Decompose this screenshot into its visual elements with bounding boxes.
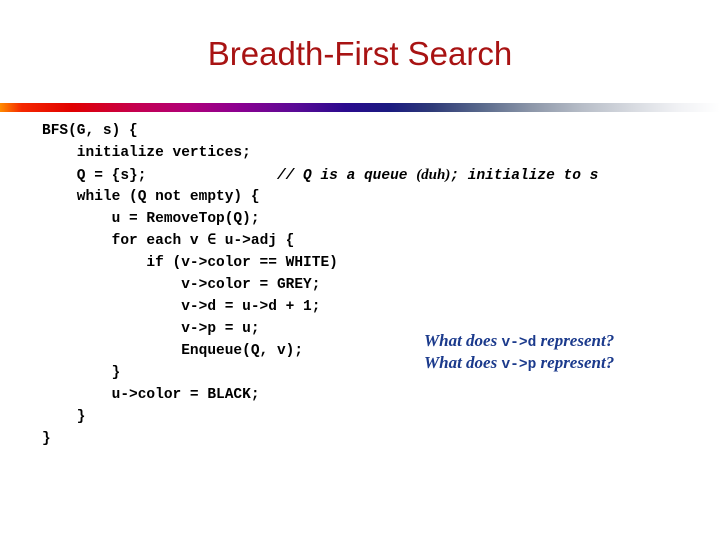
code-line: if (v->color == WHITE) — [42, 252, 714, 274]
code-line: } — [42, 428, 714, 450]
code-line-text: u = RemoveTop(Q); — [42, 211, 260, 227]
code-line-text: } — [42, 409, 86, 425]
annotation-code-token: v->p — [501, 357, 537, 373]
code-line-text: v->p = u; — [42, 321, 260, 337]
annotation-code-token: v->d — [501, 335, 537, 351]
code-line: u->color = BLACK; — [42, 384, 714, 406]
pseudocode-block: BFS(G, s) { initialize vertices; Q = {s}… — [42, 120, 714, 450]
code-comment: // Q is a queue — [276, 168, 417, 184]
code-line-text: } — [42, 431, 51, 447]
code-line: u = RemoveTop(Q); — [42, 208, 714, 230]
annotation-group: What does v->d represent? What does v->p … — [424, 330, 714, 374]
code-comment-tail: ; initialize to s — [450, 168, 599, 184]
code-line-text: u->color = BLACK; — [42, 387, 260, 403]
page-title: Breadth-First Search — [207, 35, 513, 72]
code-line-text: if (v->color == WHITE) — [42, 255, 338, 271]
code-comment-emphasis: (duh) — [416, 167, 451, 183]
code-line: while (Q not empty) { — [42, 186, 714, 208]
code-line-text: initialize vertices; — [42, 145, 251, 161]
code-line: v->color = GREY; — [42, 274, 714, 296]
code-line: v->d = u->d + 1; — [42, 296, 714, 318]
code-line: BFS(G, s) { — [42, 120, 714, 142]
code-line-text: while (Q not empty) { — [42, 189, 260, 205]
title-gradient-rule — [0, 103, 720, 112]
code-line: initialize vertices; — [42, 142, 714, 164]
annotation-suffix: represent? — [536, 331, 615, 350]
code-line-text: Q = {s}; — [42, 168, 147, 184]
code-line: for each v ∈ u->adj { — [42, 230, 714, 252]
code-line-text: Enqueue(Q, v); — [42, 343, 304, 359]
code-line-text: v->d = u->d + 1; — [42, 299, 321, 315]
code-line-text: BFS(G, s) { — [42, 123, 138, 139]
annotation-prefix: What does — [424, 353, 502, 372]
code-line: } — [42, 406, 714, 428]
title-area: Breadth-First Search — [0, 34, 720, 74]
annotation-prefix: What does — [424, 331, 502, 350]
annotation-question: What does v->p represent? — [424, 352, 714, 374]
slide-canvas: Breadth-First Search BFS(G, s) { initial… — [0, 0, 720, 540]
annotation-question: What does v->d represent? — [424, 330, 714, 352]
code-line-text: for each v ∈ u->adj { — [42, 233, 295, 249]
code-line-text: v->color = GREY; — [42, 277, 321, 293]
code-line: Q = {s}; // Q is a queue (duh); initiali… — [42, 164, 714, 186]
code-line-spacer — [146, 168, 277, 184]
code-line-text: } — [42, 365, 121, 381]
annotation-suffix: represent? — [536, 353, 615, 372]
